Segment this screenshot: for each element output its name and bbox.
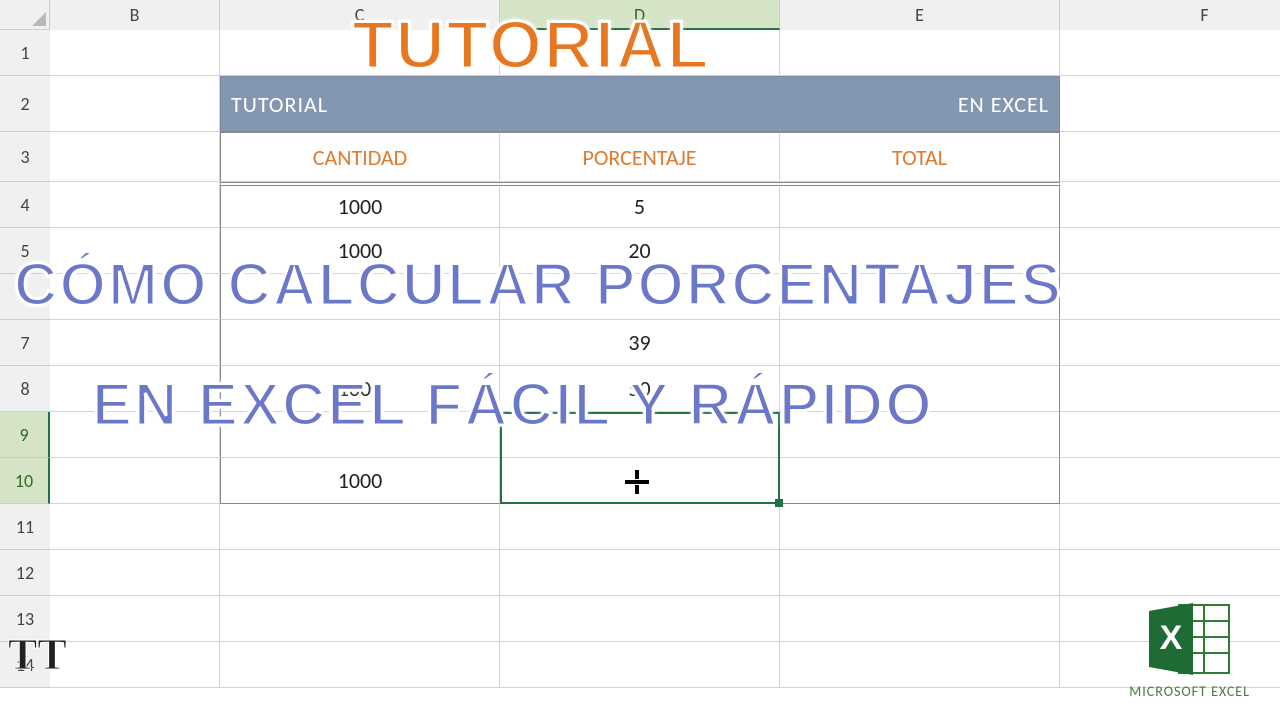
row-header-2[interactable]: 2 [0,76,50,132]
row-header-4[interactable]: 4 [0,182,50,228]
svg-text:X: X [1159,619,1182,657]
cell-E12[interactable] [780,550,1060,596]
cell-F4[interactable] [1060,182,1280,228]
cell-E3[interactable]: TOTAL [780,132,1060,182]
row-header-7[interactable]: 7 [0,320,50,366]
title-banner: TUTORIAL EN EXCEL [220,76,1060,132]
cell-F5[interactable] [1060,228,1280,274]
cell-B13[interactable] [50,596,220,642]
cell-B10[interactable] [50,458,220,504]
cell-D14[interactable] [500,642,780,688]
col-header-E[interactable]: E [780,0,1060,30]
cell-E1[interactable] [780,30,1060,76]
cell-C7[interactable] [220,320,500,366]
excel-logo-label: MICROSOFT EXCEL [1129,683,1250,700]
cell-B1[interactable] [50,30,220,76]
cell-F10[interactable] [1060,458,1280,504]
cell-C11[interactable] [220,504,500,550]
cell-F7[interactable] [1060,320,1280,366]
banner-text-right: EN EXCEL [958,91,1049,118]
overlay-title-3: EN EXCEL FÁCIL Y RÁPIDO [92,370,934,439]
banner-text-left: TUTORIAL [231,91,328,118]
cell-B11[interactable] [50,504,220,550]
row-header-10[interactable]: 10 [0,458,50,504]
cell-B14[interactable] [50,642,220,688]
cell-F8[interactable] [1060,366,1280,412]
cell-C12[interactable] [220,550,500,596]
excel-logo: X MICROSOFT EXCEL [1129,599,1250,700]
cell-F1[interactable] [1060,30,1280,76]
cell-F12[interactable] [1060,550,1280,596]
cell-F6[interactable] [1060,274,1280,320]
row-header-8[interactable]: 8 [0,366,50,412]
cell-F3[interactable] [1060,132,1280,182]
cell-B3[interactable] [50,132,220,182]
cell-E14[interactable] [780,642,1060,688]
cell-D7[interactable]: 39 [500,320,780,366]
row-header-1[interactable]: 1 [0,30,50,76]
cell-C4[interactable]: 1000 [220,182,500,228]
cell-E13[interactable] [780,596,1060,642]
cell-C14[interactable] [220,642,500,688]
row-header-9[interactable]: 9 [0,412,50,458]
cell-E4[interactable] [780,182,1060,228]
cell-B7[interactable] [50,320,220,366]
col-header-B[interactable]: B [50,0,220,30]
cell-B2[interactable] [50,76,220,132]
cell-D3[interactable]: PORCENTAJE [500,132,780,182]
cell-F9[interactable] [1060,412,1280,458]
col-header-F[interactable]: F [1060,0,1280,30]
cell-D4[interactable]: 5 [500,182,780,228]
cell-B4[interactable] [50,182,220,228]
tt-logo: TT [8,629,67,680]
cell-C13[interactable] [220,596,500,642]
cell-D10[interactable] [500,458,780,504]
cell-C10[interactable]: 1000 [220,458,500,504]
cell-C3[interactable]: CANTIDAD [220,132,500,182]
row-header-11[interactable]: 11 [0,504,50,550]
row-header-12[interactable]: 12 [0,550,50,596]
cell-E7[interactable] [780,320,1060,366]
row-header-3[interactable]: 3 [0,132,50,182]
spreadsheet: BCDEF 1234567891011121314 CANTIDADPORCEN… [0,0,1280,720]
select-all-corner[interactable] [0,0,50,30]
excel-icon: X [1145,599,1235,679]
row-headers: 1234567891011121314 [0,30,50,688]
cell-D12[interactable] [500,550,780,596]
cell-D11[interactable] [500,504,780,550]
overlay-title-2: CÓMO CALCULAR PORCENTAJES [14,250,1063,319]
cell-B12[interactable] [50,550,220,596]
cell-F11[interactable] [1060,504,1280,550]
cell-E10[interactable] [780,458,1060,504]
cell-D13[interactable] [500,596,780,642]
cell-E11[interactable] [780,504,1060,550]
overlay-title-1: TUTORIAL [352,6,711,84]
cell-F2[interactable] [1060,76,1280,132]
